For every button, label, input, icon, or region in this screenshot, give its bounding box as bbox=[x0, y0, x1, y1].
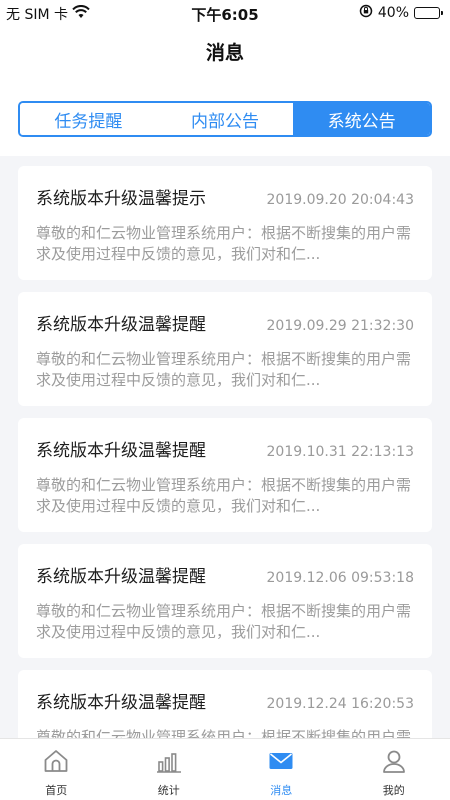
message-preview: 尊敬的和仁云物业管理系统用户：根据不断搜集的用户需求及使用过程中反馈的意见，我们… bbox=[36, 350, 412, 389]
segment-control: 任务提醒 内部公告 系统公告 bbox=[18, 101, 432, 137]
message-time: 2019.12.06 09:53:18 bbox=[266, 570, 415, 586]
message-title: 系统版本升级温馨提醒 bbox=[36, 693, 206, 713]
tab-label: 消息 bbox=[270, 784, 293, 797]
status-bar: 无 SIM 卡 下午6:05 40% bbox=[0, 0, 450, 26]
message-preview: 尊敬的和仁云物业管理系统用户：根据不断搜集的用户需求及使用过程中反馈的意见，我们… bbox=[36, 224, 412, 263]
message-card[interactable]: 系统版本升级温馨提醒 2019.09.29 21:32:30 尊敬的和仁云物业管… bbox=[18, 292, 432, 406]
user-icon bbox=[380, 747, 408, 779]
bottom-tab-bar: 首页 统计 消息 我的 bbox=[0, 738, 450, 800]
app-screen: 无 SIM 卡 下午6:05 40% 消息 任务提醒 内部公告 系统公告 系统版… bbox=[0, 0, 450, 800]
message-card[interactable]: 系统版本升级温馨提醒 2019.10.31 22:13:13 尊敬的和仁云物业管… bbox=[18, 418, 432, 532]
mail-icon bbox=[267, 747, 295, 779]
tab-statistics[interactable]: 统计 bbox=[113, 739, 226, 800]
tab-internal-notice[interactable]: 内部公告 bbox=[156, 103, 294, 135]
chart-icon bbox=[155, 747, 183, 779]
battery-icon bbox=[414, 7, 443, 19]
message-time: 2019.12.24 16:20:53 bbox=[266, 696, 415, 712]
tab-label: 我的 bbox=[382, 784, 405, 797]
status-right: 40% bbox=[359, 4, 443, 22]
tab-messages[interactable]: 消息 bbox=[225, 739, 338, 800]
tab-label: 首页 bbox=[45, 784, 68, 797]
message-preview: 尊敬的和仁云物业管理系统用户：根据不断搜集的用户需求及使用过程中反馈的意见，我们… bbox=[36, 476, 412, 515]
tab-task-reminder[interactable]: 任务提醒 bbox=[20, 103, 157, 135]
tab-mine[interactable]: 我的 bbox=[338, 739, 450, 800]
rotation-lock-icon bbox=[359, 4, 373, 22]
message-title: 系统版本升级温馨提示 bbox=[36, 189, 206, 209]
message-time: 2019.10.31 22:13:13 bbox=[266, 444, 415, 460]
header: 消息 任务提醒 内部公告 系统公告 bbox=[0, 26, 450, 156]
message-title: 系统版本升级温馨提醒 bbox=[36, 315, 206, 335]
home-icon bbox=[42, 747, 70, 779]
message-time: 2019.09.29 21:32:30 bbox=[266, 318, 415, 334]
message-card[interactable]: 系统版本升级温馨提示 2019.09.20 20:04:43 尊敬的和仁云物业管… bbox=[18, 166, 432, 280]
message-title: 系统版本升级温馨提醒 bbox=[36, 567, 206, 587]
tab-system-notice[interactable]: 系统公告 bbox=[293, 103, 430, 135]
message-card[interactable]: 系统版本升级温馨提醒 2019.12.06 09:53:18 尊敬的和仁云物业管… bbox=[18, 544, 432, 658]
message-title: 系统版本升级温馨提醒 bbox=[36, 441, 206, 461]
page-title: 消息 bbox=[205, 42, 244, 64]
tab-home[interactable]: 首页 bbox=[0, 739, 113, 800]
message-preview: 尊敬的和仁云物业管理系统用户：根据不断搜集的用户需求及使用过程中反馈的意见，我们… bbox=[36, 602, 412, 641]
message-list: 系统版本升级温馨提示 2019.09.20 20:04:43 尊敬的和仁云物业管… bbox=[18, 166, 432, 796]
battery-percent: 40% bbox=[377, 5, 409, 21]
message-time: 2019.09.20 20:04:43 bbox=[266, 192, 415, 208]
tab-label: 统计 bbox=[157, 784, 180, 797]
